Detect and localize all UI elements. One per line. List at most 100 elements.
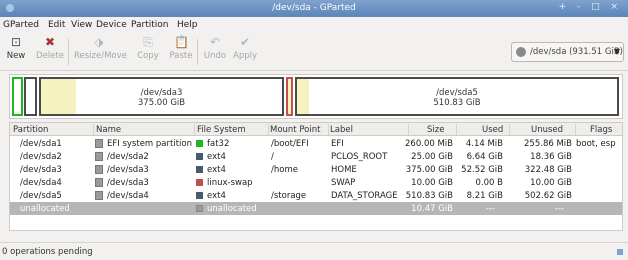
col-used[interactable]: Used — [482, 125, 503, 135]
cell-filesystem: ext4 — [207, 152, 226, 162]
col-unused[interactable]: Unused — [531, 125, 563, 135]
cell-used: 8.21 GiB — [466, 191, 503, 201]
cell-used: --- — [485, 204, 495, 214]
filesystem-color-swatch — [196, 205, 203, 212]
partition-icon — [95, 152, 103, 161]
partition-icon — [95, 139, 103, 148]
cell-mountpoint: /home — [271, 165, 298, 175]
menu-edit[interactable]: Edit — [48, 20, 65, 30]
undo-label: Undo — [203, 51, 227, 61]
new-label: New — [6, 51, 26, 61]
cell-name: EFI system partition — [107, 139, 192, 149]
diskmap-sda1[interactable] — [12, 77, 23, 116]
chevron-down-icon: ▼ — [613, 47, 620, 56]
filesystem-color-swatch — [196, 153, 203, 160]
apply-icon: ✔ — [239, 35, 251, 49]
table-row[interactable]: /dev/sda1 EFI system partition fat32 /bo… — [10, 137, 622, 150]
partition-table: Partition Name File System Mount Point L… — [9, 122, 623, 231]
menu-gparted[interactable]: GParted — [3, 20, 39, 30]
cell-unused: 18.36 GiB — [530, 152, 572, 162]
menu-partition[interactable]: Partition — [131, 20, 169, 30]
diskmap-sda2[interactable] — [24, 77, 37, 116]
resize-move-button[interactable]: ⬗ Resize/Move — [74, 35, 127, 61]
cell-unused: 10.00 GiB — [530, 178, 572, 188]
filesystem-color-swatch — [196, 192, 203, 199]
table-row[interactable]: /dev/sda2 /dev/sda2 ext4 / PCLOS_ROOT 25… — [10, 150, 622, 163]
sda5-name: /dev/sda5 — [436, 88, 478, 98]
sda3-name: /dev/sda3 — [140, 88, 183, 98]
paste-icon: 📋 — [174, 35, 189, 49]
filesystem-color-swatch — [196, 140, 203, 147]
cell-partition: unallocated — [20, 204, 70, 214]
menu-help[interactable]: Help — [177, 20, 198, 30]
cell-size: 510.83 GiB — [405, 191, 453, 201]
partition-icon — [95, 191, 103, 200]
paste-button[interactable]: 📋 Paste — [168, 35, 194, 61]
paste-label: Paste — [169, 51, 193, 61]
cell-partition: /dev/sda3 — [20, 165, 62, 175]
undo-icon: ↶ — [209, 35, 221, 49]
filesystem-color-swatch — [196, 166, 203, 173]
menu-device[interactable]: Device — [96, 20, 127, 30]
cell-size: 10.00 GiB — [411, 178, 453, 188]
col-name[interactable]: Name — [96, 125, 121, 135]
cell-name: /dev/sda4 — [107, 191, 149, 201]
col-label[interactable]: Label — [330, 125, 353, 135]
diskmap-sda3[interactable]: /dev/sda3 375.00 GiB — [39, 77, 284, 116]
new-icon: ⊡ — [10, 35, 22, 49]
table-row[interactable]: /dev/sda5 /dev/sda4 ext4 /storage DATA_S… — [10, 189, 622, 202]
col-partition[interactable]: Partition — [13, 125, 48, 135]
table-header: Partition Name File System Mount Point L… — [10, 123, 622, 136]
filesystem-color-swatch — [196, 179, 203, 186]
cell-label: PCLOS_ROOT — [331, 152, 388, 162]
cell-flags: boot, esp — [576, 139, 616, 149]
col-filesystem[interactable]: File System — [197, 125, 246, 135]
cell-partition: /dev/sda1 — [20, 139, 62, 149]
cell-filesystem: ext4 — [207, 165, 226, 175]
cell-mountpoint: /boot/EFI — [271, 139, 309, 149]
undo-button[interactable]: ↶ Undo — [202, 35, 228, 61]
resize-grip-icon[interactable] — [617, 249, 623, 255]
diskmap-sda4-swap[interactable] — [286, 77, 293, 116]
cell-used: 52.52 GiB — [461, 165, 503, 175]
copy-label: Copy — [137, 51, 159, 61]
sda3-size: 375.00 GiB — [137, 98, 186, 108]
cell-used: 0.00 B — [475, 178, 503, 188]
cell-partition: /dev/sda2 — [20, 152, 62, 162]
cell-partition: /dev/sda5 — [20, 191, 62, 201]
diskmap-sda5[interactable]: /dev/sda5 510.83 GiB — [295, 77, 619, 116]
device-selector[interactable]: /dev/sda (931.51 GiB) ▼ — [511, 42, 624, 62]
toolbar-separator — [68, 39, 69, 65]
cell-label: DATA_STORAGE — [331, 191, 398, 201]
apply-button[interactable]: ✔ Apply — [231, 35, 259, 61]
resize-label: Resize/Move — [74, 51, 127, 61]
col-flags[interactable]: Flags — [590, 125, 612, 135]
cell-name: /dev/sda3 — [107, 178, 149, 188]
col-size[interactable]: Size — [427, 125, 444, 135]
cell-size: 260.00 MiB — [405, 139, 453, 149]
cell-size: 25.00 GiB — [411, 152, 453, 162]
col-mountpoint[interactable]: Mount Point — [270, 125, 320, 135]
cell-used: 4.14 MiB — [465, 139, 503, 149]
cell-unused: --- — [554, 204, 564, 214]
cell-unused: 255.86 MiB — [524, 139, 572, 149]
table-row[interactable]: /dev/sda4 /dev/sda3 linux-swap SWAP 10.0… — [10, 176, 622, 189]
hard-disk-icon — [516, 47, 526, 57]
delete-label: Delete — [36, 51, 64, 61]
cell-label: EFI — [331, 139, 344, 149]
partition-icon — [95, 178, 103, 187]
copy-button[interactable]: ⎘ Copy — [136, 35, 160, 61]
window-controls[interactable]: + - □ × — [559, 2, 622, 12]
new-button[interactable]: ⊡ New — [4, 35, 28, 61]
delete-button[interactable]: ✖ Delete — [35, 35, 65, 61]
cell-label: HOME — [331, 165, 357, 175]
cell-filesystem: unallocated — [207, 204, 257, 214]
menu-view[interactable]: View — [71, 20, 92, 30]
cell-filesystem: ext4 — [207, 191, 226, 201]
cell-filesystem: linux-swap — [207, 178, 253, 188]
table-row-selected[interactable]: unallocated unallocated 10.47 GiB --- --… — [10, 202, 622, 215]
window-titlebar: /dev/sda - GParted + - □ × — [0, 0, 628, 17]
cell-partition: /dev/sda4 — [20, 178, 62, 188]
menubar: GParted Edit View Device Partition Help — [0, 17, 628, 33]
table-row[interactable]: /dev/sda3 /dev/sda3 ext4 /home HOME 375.… — [10, 163, 622, 176]
